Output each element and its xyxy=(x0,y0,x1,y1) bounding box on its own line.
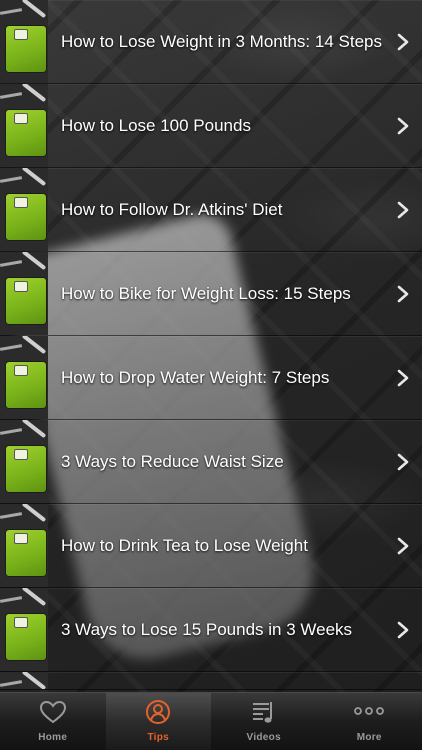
chevron-right-icon xyxy=(397,201,409,218)
list-item[interactable]: 3 Ways to Lose 15 Pounds in 3 Weeks xyxy=(0,588,422,672)
chevron-right-icon xyxy=(397,537,409,554)
more-dots-icon xyxy=(354,707,385,715)
scale-thumbnail xyxy=(0,0,48,83)
tab-home[interactable]: Home xyxy=(0,693,106,750)
scale-thumbnail xyxy=(0,84,48,167)
playlist-icon xyxy=(252,702,272,723)
bottom-tab-bar: Home Tips Videos More xyxy=(0,692,422,750)
scale-thumbnail xyxy=(0,336,48,419)
tips-list[interactable]: How to Lose Weight in 3 Months: 14 Steps… xyxy=(0,0,422,692)
tips-badge-icon xyxy=(146,700,171,724)
list-item[interactable]: How to Lose Weight in 3 Months: 14 Steps xyxy=(0,0,422,84)
list-item-partial[interactable] xyxy=(0,672,422,690)
tab-label: Videos xyxy=(246,732,281,743)
tab-more[interactable]: More xyxy=(317,693,422,750)
list-item-title: 3 Ways to Lose 15 Pounds in 3 Weeks xyxy=(61,619,353,639)
scale-thumbnail xyxy=(0,504,48,587)
list-item[interactable]: How to Lose 100 Pounds xyxy=(0,84,422,168)
chevron-right-icon xyxy=(397,621,409,638)
chevron-right-icon xyxy=(397,33,409,50)
list-item[interactable]: How to Drink Tea to Lose Weight xyxy=(0,504,422,588)
scale-thumbnail xyxy=(0,420,48,503)
chevron-right-icon xyxy=(397,285,409,302)
scale-thumbnail xyxy=(0,252,48,335)
list-item[interactable]: 3 Ways to Reduce Waist Size xyxy=(0,420,422,504)
scale-thumbnail xyxy=(0,588,48,671)
chevron-right-icon xyxy=(397,369,409,386)
heart-icon xyxy=(39,700,66,724)
list-item-title: How to Lose Weight in 3 Months: 14 Steps xyxy=(61,31,382,51)
list-item[interactable]: How to Bike for Weight Loss: 15 Steps xyxy=(0,252,422,336)
list-item-title: 3 Ways to Reduce Waist Size xyxy=(61,451,284,471)
list-item[interactable]: How to Drop Water Weight: 7 Steps xyxy=(0,336,422,420)
tab-label: Tips xyxy=(147,732,170,743)
list-item-title: How to Drink Tea to Lose Weight xyxy=(61,535,308,555)
scale-thumbnail xyxy=(0,672,48,689)
scale-thumbnail xyxy=(0,168,48,251)
list-item-title: How to Drop Water Weight: 7 Steps xyxy=(61,367,330,387)
list-item-title: How to Lose 100 Pounds xyxy=(61,115,251,135)
tab-videos[interactable]: Videos xyxy=(211,693,317,750)
chevron-right-icon xyxy=(397,117,409,134)
tab-label: Home xyxy=(38,732,68,743)
chevron-right-icon xyxy=(397,453,409,470)
tab-label: More xyxy=(356,732,382,743)
tab-tips[interactable]: Tips xyxy=(105,693,211,750)
list-item[interactable]: How to Follow Dr. Atkins' Diet xyxy=(0,168,422,252)
list-item-title: How to Follow Dr. Atkins' Diet xyxy=(61,199,283,219)
list-item-title: How to Bike for Weight Loss: 15 Steps xyxy=(61,283,351,303)
app-screen: How to Lose Weight in 3 Months: 14 Steps… xyxy=(0,0,422,750)
